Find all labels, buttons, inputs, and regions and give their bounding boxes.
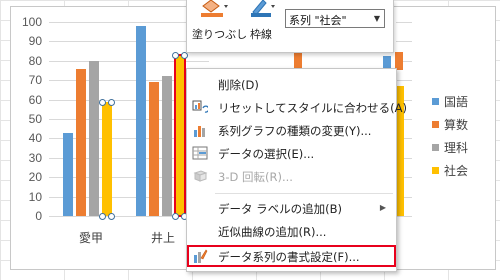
highlight-box: [187, 245, 396, 267]
gridline: [49, 138, 209, 140]
gridline: [49, 60, 209, 62]
fill-button[interactable]: 塗りつぶし: [191, 0, 247, 50]
gridline: [396, 216, 412, 217]
gridline: [49, 196, 209, 198]
y-axis-tick-label: 90: [28, 34, 42, 49]
menu-item-label: リセットしてスタイルに合わせる(A): [218, 101, 407, 115]
mini-toolbar: 塗りつぶし 枠線 系列 "社会" ▼: [186, 0, 394, 53]
menu-separator: [215, 193, 393, 194]
bar-kokugo-1[interactable]: [136, 25, 146, 216]
menu-item-label: 近似曲線の追加(R)...: [218, 225, 327, 239]
legend-label: 理科: [444, 141, 469, 155]
chart-legend[interactable]: 国語 算数 理科 社会: [432, 90, 468, 182]
selection-handle[interactable]: [99, 98, 106, 106]
chevron-down-icon[interactable]: ▼: [374, 14, 380, 23]
selection-handle[interactable]: [172, 51, 179, 59]
gridline: [49, 157, 209, 159]
legend-swatch: [432, 121, 439, 128]
gridline: [396, 80, 412, 82]
menu-item-label: データ ラベルの追加(B): [218, 202, 343, 216]
bar-sansu-0[interactable]: [76, 68, 86, 216]
outline-button[interactable]: 枠線: [245, 0, 281, 50]
bar-sansu-1[interactable]: [149, 82, 159, 216]
gridline: [396, 22, 412, 23]
y-axis-tick-label: 60: [28, 92, 42, 107]
y-axis-tick-label: 50: [28, 112, 42, 126]
x-axis-category-label: 愛甲: [79, 231, 104, 245]
legend-item-shakai[interactable]: 社会: [432, 159, 468, 182]
legend-label: 算数: [444, 118, 469, 132]
gridline: [49, 119, 209, 120]
legend-item-sansu[interactable]: 算数: [432, 113, 468, 136]
legend-label: 社会: [444, 164, 469, 178]
paint-bucket-icon: [201, 0, 228, 17]
selection-handle[interactable]: [108, 98, 115, 106]
selection-handle[interactable]: [99, 213, 106, 220]
y-axis-tick-label: 20: [28, 170, 42, 185]
legend-item-kokugo[interactable]: 国語: [432, 90, 468, 113]
series-select-value: 系列 "社会": [289, 14, 347, 27]
y-axis-tick-label: 0: [35, 209, 42, 223]
y-axis-tick-label: 70: [28, 73, 42, 88]
menu-item-select-data[interactable]: データの選択(E)...: [187, 142, 396, 164]
reset-style-icon: [192, 100, 208, 113]
y-axis-tick-label: 100: [21, 15, 42, 29]
submenu-arrow-icon: ▶: [379, 203, 386, 212]
selection-handle[interactable]: [172, 213, 179, 220]
y-axis-tick-label: 40: [28, 131, 42, 146]
legend-label: 国語: [444, 95, 469, 109]
menu-item-reset-style[interactable]: リセットしてスタイルに合わせる(A): [187, 96, 407, 118]
y-axis-tick-label: 80: [28, 53, 42, 68]
selection-handle[interactable]: [108, 213, 115, 220]
menu-item-add-trendline[interactable]: 近似曲線の追加(R)...: [187, 220, 396, 242]
x-axis-category-label: 井上: [151, 231, 176, 245]
select-data-icon: [192, 146, 208, 160]
bar-rika-0[interactable]: [89, 60, 99, 216]
chart-type-icon: [194, 126, 205, 137]
pen-icon: [251, 0, 275, 17]
gridline: [49, 177, 209, 179]
bar-shakai-1[interactable]: [174, 53, 186, 217]
legend-swatch: [432, 167, 439, 174]
menu-item-delete[interactable]: 削除(D): [187, 73, 396, 95]
outline-label: 枠線: [250, 28, 272, 41]
bar-kokugo-0[interactable]: [63, 132, 73, 216]
legend-item-rika[interactable]: 理科: [432, 136, 468, 159]
fill-label: 塗りつぶし: [192, 28, 248, 41]
legend-swatch: [432, 144, 439, 151]
gridline: [49, 99, 209, 101]
menu-item-label: 系列グラフの種類の変更(Y)...: [218, 124, 372, 138]
3d-rotation-icon: [193, 170, 208, 182]
menu-item-3d-rotation: 3-D 回転(R)...: [187, 165, 396, 187]
bar-shakai-0[interactable]: [102, 101, 112, 216]
legend-swatch: [432, 98, 439, 105]
bar-rika-1[interactable]: [162, 76, 172, 216]
menu-item-add-data-labels[interactable]: データ ラベルの追加(B) ▶: [187, 197, 396, 219]
menu-item-label: 3-D 回転(R)...: [218, 170, 293, 184]
context-menu: 削除(D) リセットしてスタイルに合わせる(A) 系列グラフの種類の変更(Y).…: [186, 68, 407, 272]
gridline: [49, 41, 209, 43]
y-axis-tick-label: 10: [28, 189, 42, 204]
selection-handle[interactable]: [181, 51, 188, 59]
menu-item-label: 削除(D): [218, 78, 259, 92]
gridline: [396, 41, 412, 43]
menu-item-label: データの選択(E)...: [218, 147, 315, 161]
series-select[interactable]: 系列 "社会" ▼: [285, 9, 385, 28]
menu-item-change-chart-type[interactable]: 系列グラフの種類の変更(Y)...: [187, 119, 396, 141]
gridline: [49, 80, 209, 82]
gridline: [49, 22, 209, 23]
y-axis-tick-label: 30: [28, 150, 42, 165]
